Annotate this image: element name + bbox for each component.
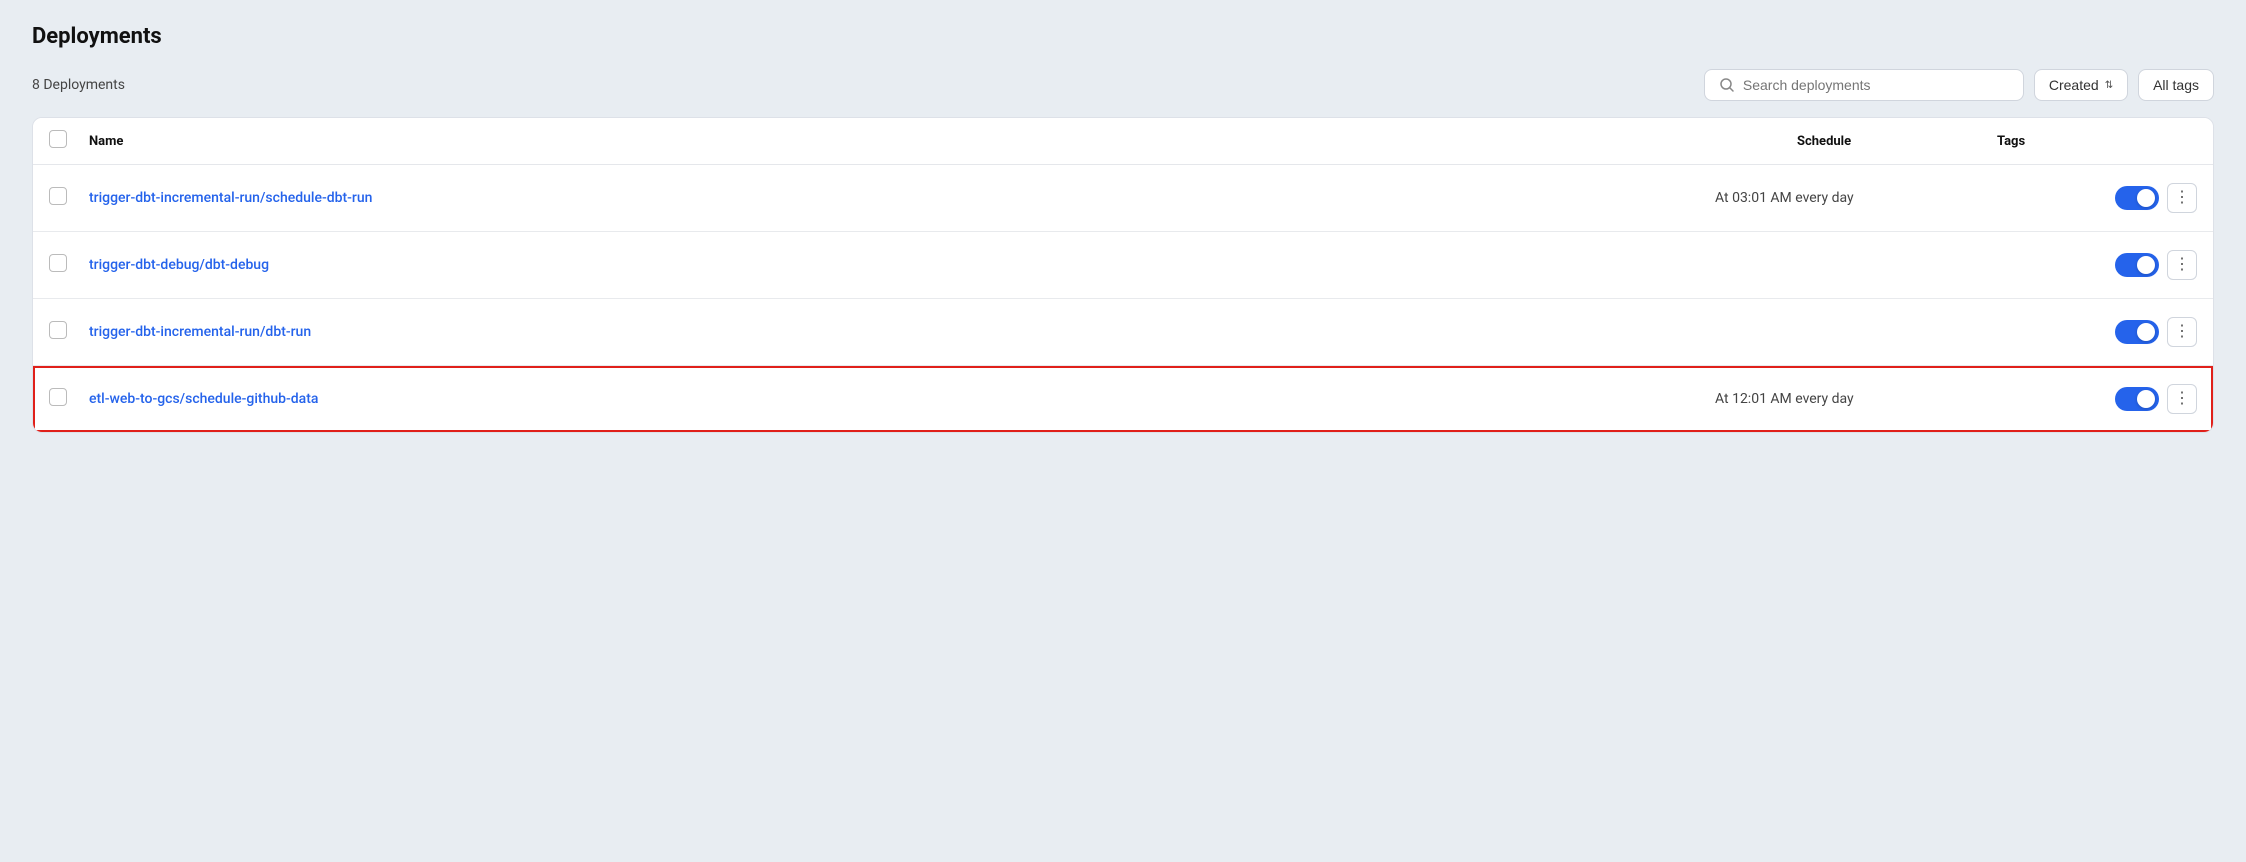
- row-schedule-4: At 12:01 AM every day: [1715, 391, 1915, 407]
- row-actions-1: ⋮: [2115, 183, 2197, 213]
- row-name-link-4[interactable]: etl-web-to-gcs/schedule-github-data: [89, 391, 318, 407]
- tags-label: All tags: [2153, 77, 2199, 93]
- toggle-4[interactable]: [2115, 387, 2159, 411]
- column-header-name: Name: [89, 134, 1797, 149]
- row-name-cell: trigger-dbt-incremental-run/schedule-dbt…: [89, 190, 1715, 206]
- select-all-checkbox[interactable]: [49, 130, 67, 148]
- row-checkbox-2[interactable]: [49, 254, 67, 272]
- row-checkbox-cell[interactable]: [49, 321, 89, 343]
- tags-select[interactable]: All tags: [2138, 69, 2214, 101]
- row-name-cell: etl-web-to-gcs/schedule-github-data: [89, 391, 1715, 407]
- toggle-2[interactable]: [2115, 253, 2159, 277]
- toggle-1[interactable]: [2115, 186, 2159, 210]
- row-name-cell: trigger-dbt-incremental-run/dbt-run: [89, 324, 1715, 340]
- toggle-slider-1: [2115, 186, 2159, 210]
- row-name-link-3[interactable]: trigger-dbt-incremental-run/dbt-run: [89, 324, 311, 340]
- column-header-tags: Tags: [1997, 134, 2197, 149]
- table-row: etl-web-to-gcs/schedule-github-data At 1…: [33, 366, 2213, 432]
- sort-label: Created: [2049, 77, 2099, 93]
- row-name-link-1[interactable]: trigger-dbt-incremental-run/schedule-dbt…: [89, 190, 372, 206]
- table-body: trigger-dbt-incremental-run/schedule-dbt…: [33, 165, 2213, 432]
- search-input[interactable]: [1743, 77, 2009, 93]
- more-button-4[interactable]: ⋮: [2167, 384, 2197, 414]
- toggle-slider-3: [2115, 320, 2159, 344]
- row-schedule-1: At 03:01 AM every day: [1715, 190, 1915, 206]
- row-name-cell: trigger-dbt-debug/dbt-debug: [89, 257, 1715, 273]
- deployment-count: 8 Deployments: [32, 77, 125, 93]
- toggle-slider-2: [2115, 253, 2159, 277]
- more-button-2[interactable]: ⋮: [2167, 250, 2197, 280]
- more-button-1[interactable]: ⋮: [2167, 183, 2197, 213]
- deployments-table: Name Schedule Tags trigger-dbt-increment…: [32, 117, 2214, 433]
- row-actions-4: ⋮: [2115, 384, 2197, 414]
- row-actions-2: ⋮: [2115, 250, 2197, 280]
- toolbar: 8 Deployments Created ⇅ All tags: [32, 69, 2214, 101]
- toggle-3[interactable]: [2115, 320, 2159, 344]
- row-actions-3: ⋮: [2115, 317, 2197, 347]
- table-row: trigger-dbt-incremental-run/dbt-run ⋮: [33, 299, 2213, 366]
- row-checkbox-3[interactable]: [49, 321, 67, 339]
- table-row: trigger-dbt-debug/dbt-debug ⋮: [33, 232, 2213, 299]
- row-checkbox-cell[interactable]: [49, 187, 89, 209]
- toolbar-right: Created ⇅ All tags: [1704, 69, 2214, 101]
- search-box: [1704, 69, 2024, 101]
- search-icon: [1719, 77, 1735, 93]
- row-checkbox-cell[interactable]: [49, 388, 89, 410]
- table-header: Name Schedule Tags: [33, 118, 2213, 165]
- column-header-schedule: Schedule: [1797, 134, 1997, 149]
- select-all-cell[interactable]: [49, 130, 89, 152]
- table-row: trigger-dbt-incremental-run/schedule-dbt…: [33, 165, 2213, 232]
- more-button-3[interactable]: ⋮: [2167, 317, 2197, 347]
- page-title: Deployments: [32, 24, 2214, 49]
- toggle-slider-4: [2115, 387, 2159, 411]
- sort-chevron-icon: ⇅: [2105, 80, 2113, 91]
- row-checkbox-4[interactable]: [49, 388, 67, 406]
- row-checkbox-cell[interactable]: [49, 254, 89, 276]
- sort-select[interactable]: Created ⇅: [2034, 69, 2128, 101]
- row-name-link-2[interactable]: trigger-dbt-debug/dbt-debug: [89, 257, 269, 273]
- row-checkbox-1[interactable]: [49, 187, 67, 205]
